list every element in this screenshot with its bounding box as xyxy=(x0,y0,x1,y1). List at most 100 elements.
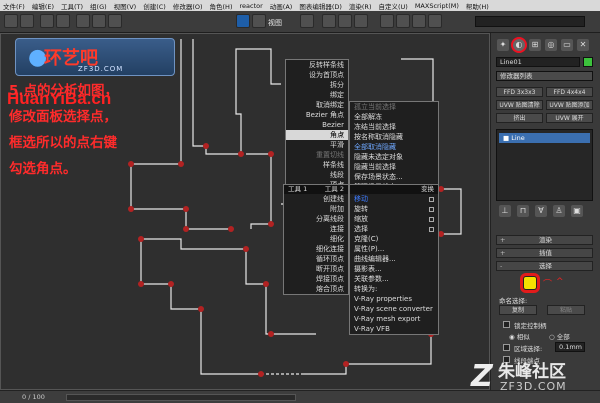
quad-menu-item[interactable]: 绑定 xyxy=(286,90,348,100)
quad-menu-item[interactable]: 选择 xyxy=(350,224,438,234)
rollout-rendering[interactable]: + 渲染 xyxy=(496,235,593,245)
quad-menu-item[interactable]: 熔合顶点 xyxy=(284,284,348,294)
menu-item[interactable]: 修改器(O) xyxy=(173,1,203,11)
quad-menu-item[interactable]: 孤立当前选择 xyxy=(350,102,438,112)
quad-menu-item[interactable]: 拆分 xyxy=(286,80,348,90)
quad-menu-item[interactable]: 样条线 xyxy=(286,160,348,170)
pin-stack-icon[interactable]: ⊥ xyxy=(499,205,511,217)
ffd-4x4x4-button[interactable]: FFD 4x4x4 xyxy=(546,87,593,97)
quad-menu-item[interactable]: 反转样条线 xyxy=(286,60,348,70)
modifier-list-dropdown[interactable]: 修改器列表 xyxy=(496,71,593,81)
quad-menu-item[interactable]: 旋转 xyxy=(350,204,438,214)
move-icon[interactable] xyxy=(236,14,250,28)
menu-item[interactable]: 视图(V) xyxy=(114,1,137,11)
align-icon[interactable] xyxy=(396,14,410,28)
redo-icon[interactable] xyxy=(20,14,34,28)
quad-menu-item[interactable]: V-Ray properties xyxy=(350,294,438,304)
quad-menu-item[interactable]: 线段 xyxy=(286,170,348,180)
quad-menu-item[interactable]: 克隆(C) xyxy=(350,234,438,244)
quad-menu-item[interactable]: Bezier xyxy=(286,120,348,130)
uvw-clear-button[interactable]: UVW 贴图清除 xyxy=(496,100,543,110)
similar-radio[interactable]: ◉ 相似 xyxy=(509,331,530,341)
snap-icon[interactable] xyxy=(322,14,336,28)
menu-item[interactable]: 自定义(U) xyxy=(378,1,407,11)
menu-item[interactable]: 帮助(H) xyxy=(466,1,489,11)
quad-menu-item[interactable]: 循环顶点 xyxy=(284,254,348,264)
rotate-icon[interactable] xyxy=(252,14,266,28)
quad-menu-item[interactable]: Bezier 角点 xyxy=(286,110,348,120)
object-color-swatch[interactable] xyxy=(583,57,593,67)
quad-menu-item[interactable]: 角点 ✓ xyxy=(286,130,348,140)
all-radio[interactable]: ○ 全部 xyxy=(549,331,570,341)
quad-menu-item[interactable]: 关联参数... xyxy=(350,274,438,284)
utilities-tab-icon[interactable]: ✕ xyxy=(577,39,589,51)
quad-menu-item[interactable]: 按名称取消隐藏 xyxy=(350,132,438,142)
quad-menu-item[interactable]: 转换为: xyxy=(350,284,438,294)
configure-sets-icon[interactable]: ▣ xyxy=(571,205,583,217)
quad-menu-item[interactable]: 全部取消隐藏 xyxy=(350,142,438,152)
quad-menu-item[interactable]: 曲线编辑器... xyxy=(350,254,438,264)
quad-menu-item[interactable]: 缩放 xyxy=(350,214,438,224)
layer-icon[interactable] xyxy=(412,14,426,28)
quad-menu-item[interactable]: 取消绑定 xyxy=(286,100,348,110)
display-tab-icon[interactable]: ▭ xyxy=(561,39,573,51)
select-icon[interactable] xyxy=(76,14,90,28)
vertex-subobject-icon[interactable] xyxy=(523,276,537,290)
unlink-icon[interactable] xyxy=(56,14,70,28)
options-box-icon[interactable] xyxy=(429,197,434,202)
quad-menu-item[interactable]: 移动 xyxy=(350,194,438,204)
reference-coord-label[interactable]: 视图 xyxy=(268,18,282,28)
motion-tab-icon[interactable]: ◎ xyxy=(545,39,557,51)
rollout-interpolation[interactable]: + 插值 xyxy=(496,248,593,258)
quad-menu-item[interactable]: 细化连接 xyxy=(284,244,348,254)
quad-menu-item[interactable]: 冻结当前选择 xyxy=(350,122,438,132)
quad-menu-item[interactable]: 保存场景状态... xyxy=(350,172,438,182)
quad-menu-item[interactable]: V-Ray mesh export xyxy=(350,314,438,324)
extrude-button[interactable]: 挤出 xyxy=(496,113,543,123)
quad-menu-item[interactable]: 摄影表... xyxy=(350,264,438,274)
quad-menu-item[interactable]: 焊接顶点 xyxy=(284,274,348,284)
stack-item-line[interactable]: ■ Line xyxy=(499,133,590,143)
options-box-icon[interactable] xyxy=(429,217,434,222)
quad-menu-item[interactable]: 连接 xyxy=(284,224,348,234)
menu-item[interactable]: 编辑(E) xyxy=(32,1,54,11)
menu-item[interactable]: 工具(T) xyxy=(61,1,83,11)
show-end-result-icon[interactable]: ⊓ xyxy=(517,205,529,217)
area-selection-checkbox[interactable] xyxy=(503,344,510,351)
pivot-icon[interactable] xyxy=(300,14,314,28)
menu-item[interactable]: 角色(H) xyxy=(210,1,233,11)
copy-button[interactable]: 复制 xyxy=(499,305,537,315)
quad-menu-item[interactable]: 重置切线 xyxy=(286,150,348,160)
uvw-unwrap-button[interactable]: UVW 展开 xyxy=(546,113,593,123)
quad-menu-item[interactable]: 隐藏当前选择 xyxy=(350,162,438,172)
quad-menu-item[interactable]: 隐藏未选定对象 xyxy=(350,152,438,162)
select-by-name-icon[interactable] xyxy=(108,14,122,28)
menu-item[interactable]: 图表编辑器(D) xyxy=(299,1,342,11)
options-box-icon[interactable] xyxy=(429,227,434,232)
spline-subobject-icon[interactable]: ^ xyxy=(556,277,564,287)
quad-menu-item[interactable]: 设为首顶点 xyxy=(286,70,348,80)
menu-item[interactable]: 渲染(R) xyxy=(349,1,372,11)
quad-menu-item[interactable]: V-Ray VFB xyxy=(350,324,438,334)
menu-item[interactable]: 文件(F) xyxy=(3,1,25,11)
segment-subobject-icon[interactable]: ⌒ xyxy=(543,277,552,290)
quad-menu-item[interactable]: 全部解冻 xyxy=(350,112,438,122)
ffd-3x3x3-button[interactable]: FFD 3x3x3 xyxy=(496,87,543,97)
curve-editor-icon[interactable] xyxy=(428,14,442,28)
make-unique-icon[interactable]: ∀ xyxy=(535,205,547,217)
quad-menu-item[interactable]: 细化 xyxy=(284,234,348,244)
menu-item[interactable]: reactor xyxy=(239,2,262,10)
quad-menu-item[interactable]: 分离线段 xyxy=(284,214,348,224)
quad-menu-item[interactable]: 断开顶点 xyxy=(284,264,348,274)
paste-button[interactable]: 粘贴 xyxy=(547,305,585,315)
hierarchy-tab-icon[interactable]: ⊞ xyxy=(529,39,541,51)
menu-item[interactable]: 创建(C) xyxy=(143,1,166,11)
quad-menu-item[interactable]: 平滑 xyxy=(286,140,348,150)
undo-icon[interactable] xyxy=(4,14,18,28)
remove-modifier-icon[interactable]: ♙ xyxy=(553,205,565,217)
percent-snap-icon[interactable] xyxy=(354,14,368,28)
menu-item[interactable]: 组(G) xyxy=(90,1,107,11)
area-selection-value[interactable]: 0.1mm xyxy=(555,342,585,352)
link-icon[interactable] xyxy=(40,14,54,28)
named-selection-set-field[interactable] xyxy=(475,16,585,27)
